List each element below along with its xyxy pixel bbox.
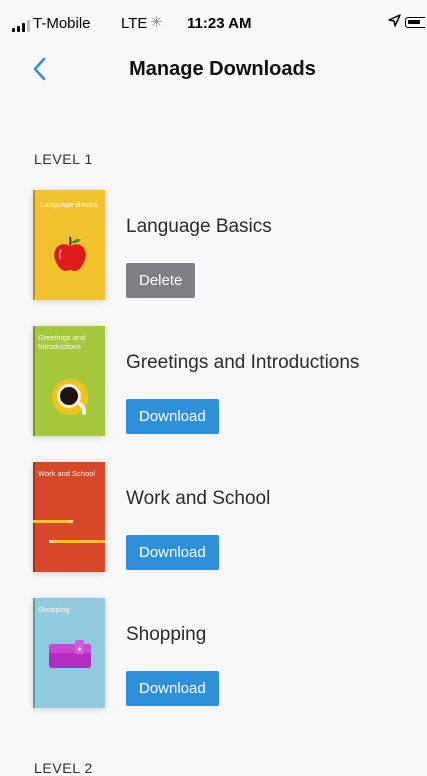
pencils-icon [33,520,105,543]
course-title: Greetings and Introductions [126,352,360,373]
level-1-label: LEVEL 1 [34,151,93,167]
course-cover-greetings-and-introductions[interactable]: Greetings and Introductions [33,326,105,436]
page-title: Manage Downloads [129,58,316,80]
course-row-work-and-school: Work and School Work and School Download [0,462,427,582]
signal-strength-icon [12,20,30,32]
course-row-language-basics: Language Basics Language Basics Delete [0,190,427,310]
course-title: Language Basics [126,216,272,237]
cover-caption: Work and School [38,469,95,478]
download-button[interactable]: Download [126,535,219,570]
course-cover-language-basics[interactable]: Language Basics [33,190,105,300]
status-bar: T-Mobile LTE ✳ 11:23 AM [0,0,427,44]
delete-button[interactable]: Delete [126,263,196,298]
carrier-name: T-Mobile [33,15,91,32]
cover-caption: Language Basics [40,200,98,209]
download-button[interactable]: Download [126,671,219,706]
course-cover-shopping[interactable]: Shopping [33,598,105,708]
network-type: LTE [121,15,148,32]
course-row-greetings-and-introductions: Greetings and Introductions Greetings an… [0,326,427,446]
apple-icon [54,236,86,271]
status-time: 11:23 AM [187,15,252,32]
location-arrow-icon [388,14,401,30]
download-button[interactable]: Download [126,399,219,434]
activity-spinner-icon: ✳ [150,14,163,31]
course-title: Shopping [126,624,207,645]
course-row-shopping: Shopping Shopping Download [0,598,427,718]
course-cover-work-and-school[interactable]: Work and School [33,462,105,572]
cover-caption: Greetings and Introductions [38,333,86,351]
coffee-cup-icon [52,379,88,415]
course-title: Work and School [126,488,271,509]
cover-caption: Shopping [38,605,70,614]
wallet-icon [49,640,91,668]
battery-icon [405,17,425,28]
